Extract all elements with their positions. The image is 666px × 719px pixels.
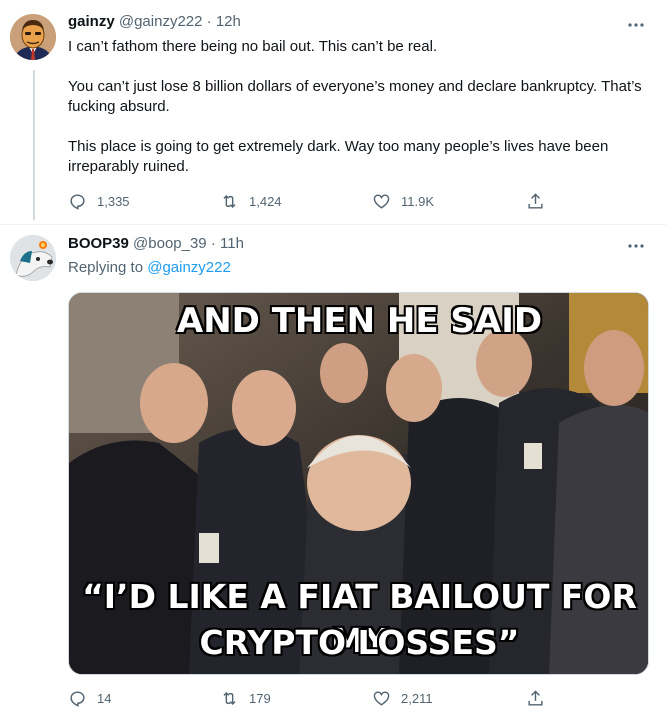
share-button[interactable] <box>526 190 555 212</box>
reply-button[interactable]: 14 <box>68 687 111 709</box>
reply-bubble-icon <box>70 690 85 707</box>
author-handle[interactable]: @gainzy222 <box>119 13 203 30</box>
retweet-arrows-icon <box>223 194 236 208</box>
tweet-actions: 1,335 1,424 11.9K <box>68 190 558 212</box>
heart-outline-icon <box>373 193 390 209</box>
tweet[interactable]: gainzy @gainzy222 · 12h I can’t fathom t… <box>0 0 666 225</box>
tweet-media-image[interactable]: AND THEN HE SAID “I’D LIKE A FIAT BAILOU… <box>68 292 649 675</box>
like-count: 2,211 <box>401 690 433 706</box>
avatar-cartoon-image <box>10 14 56 60</box>
like-count: 11.9K <box>401 193 435 209</box>
reply-count: 1,335 <box>97 193 130 209</box>
header-separator: · <box>206 13 212 30</box>
meme-top-caption: AND THEN HE SAID <box>176 301 543 341</box>
retweet-button[interactable]: 179 <box>220 687 271 709</box>
retweet-count: 179 <box>249 690 271 706</box>
header-separator: · <box>210 235 216 252</box>
replying-to-handle-link[interactable]: @gainzy222 <box>147 259 231 276</box>
replying-to-line: Replying to @gainzy222 <box>68 258 231 278</box>
author-handle[interactable]: @boop_39 <box>133 235 207 252</box>
author-name[interactable]: gainzy <box>68 13 115 30</box>
tweet-timestamp[interactable]: 12h <box>216 13 241 30</box>
retweet-arrows-icon <box>223 691 236 705</box>
reply-button[interactable]: 1,335 <box>68 190 130 212</box>
share-upload-icon <box>528 689 543 706</box>
retweet-count: 1,424 <box>249 193 282 209</box>
tweet-paragraph: This place is going to get extremely dar… <box>68 138 609 175</box>
heart-outline-icon <box>373 690 390 706</box>
share-button[interactable] <box>526 687 555 709</box>
share-upload-icon <box>528 192 543 209</box>
tweet-text: I can’t fathom there being no bail out. … <box>68 37 648 177</box>
meme-bottom-caption-line-2: CRYPTO LOSSES” <box>199 623 520 662</box>
avatar[interactable] <box>10 14 56 60</box>
more-options-button[interactable] <box>622 15 650 35</box>
retweet-button[interactable]: 1,424 <box>220 190 282 212</box>
more-options-button[interactable] <box>622 236 650 256</box>
tweet-paragraph: I can’t fathom there being no bail out. … <box>68 38 438 55</box>
like-button[interactable]: 11.9K <box>372 190 434 212</box>
replying-to-label: Replying to <box>68 259 144 276</box>
reply-count: 14 <box>97 690 112 706</box>
tweet-paragraph: You can’t just lose 8 billion dollars of… <box>68 78 642 115</box>
avatar-dog-image <box>10 235 56 281</box>
reply-bubble-icon <box>70 193 85 210</box>
author-name[interactable]: BOOP39 <box>68 235 129 252</box>
tweet[interactable]: BOOP39 @boop_39 · 11h Replying to @gainz… <box>0 225 666 719</box>
more-horizontal-icon <box>628 23 644 27</box>
like-button[interactable]: 2,211 <box>372 687 433 709</box>
more-horizontal-icon <box>628 244 644 248</box>
avatar[interactable] <box>10 235 56 281</box>
tweet-timestamp[interactable]: 11h <box>220 235 244 252</box>
tweet-header: BOOP39 @boop_39 · 11h <box>68 234 244 254</box>
tweet-actions: 14 179 2,211 <box>68 687 558 709</box>
tweet-header: gainzy @gainzy222 · 12h <box>68 12 241 32</box>
